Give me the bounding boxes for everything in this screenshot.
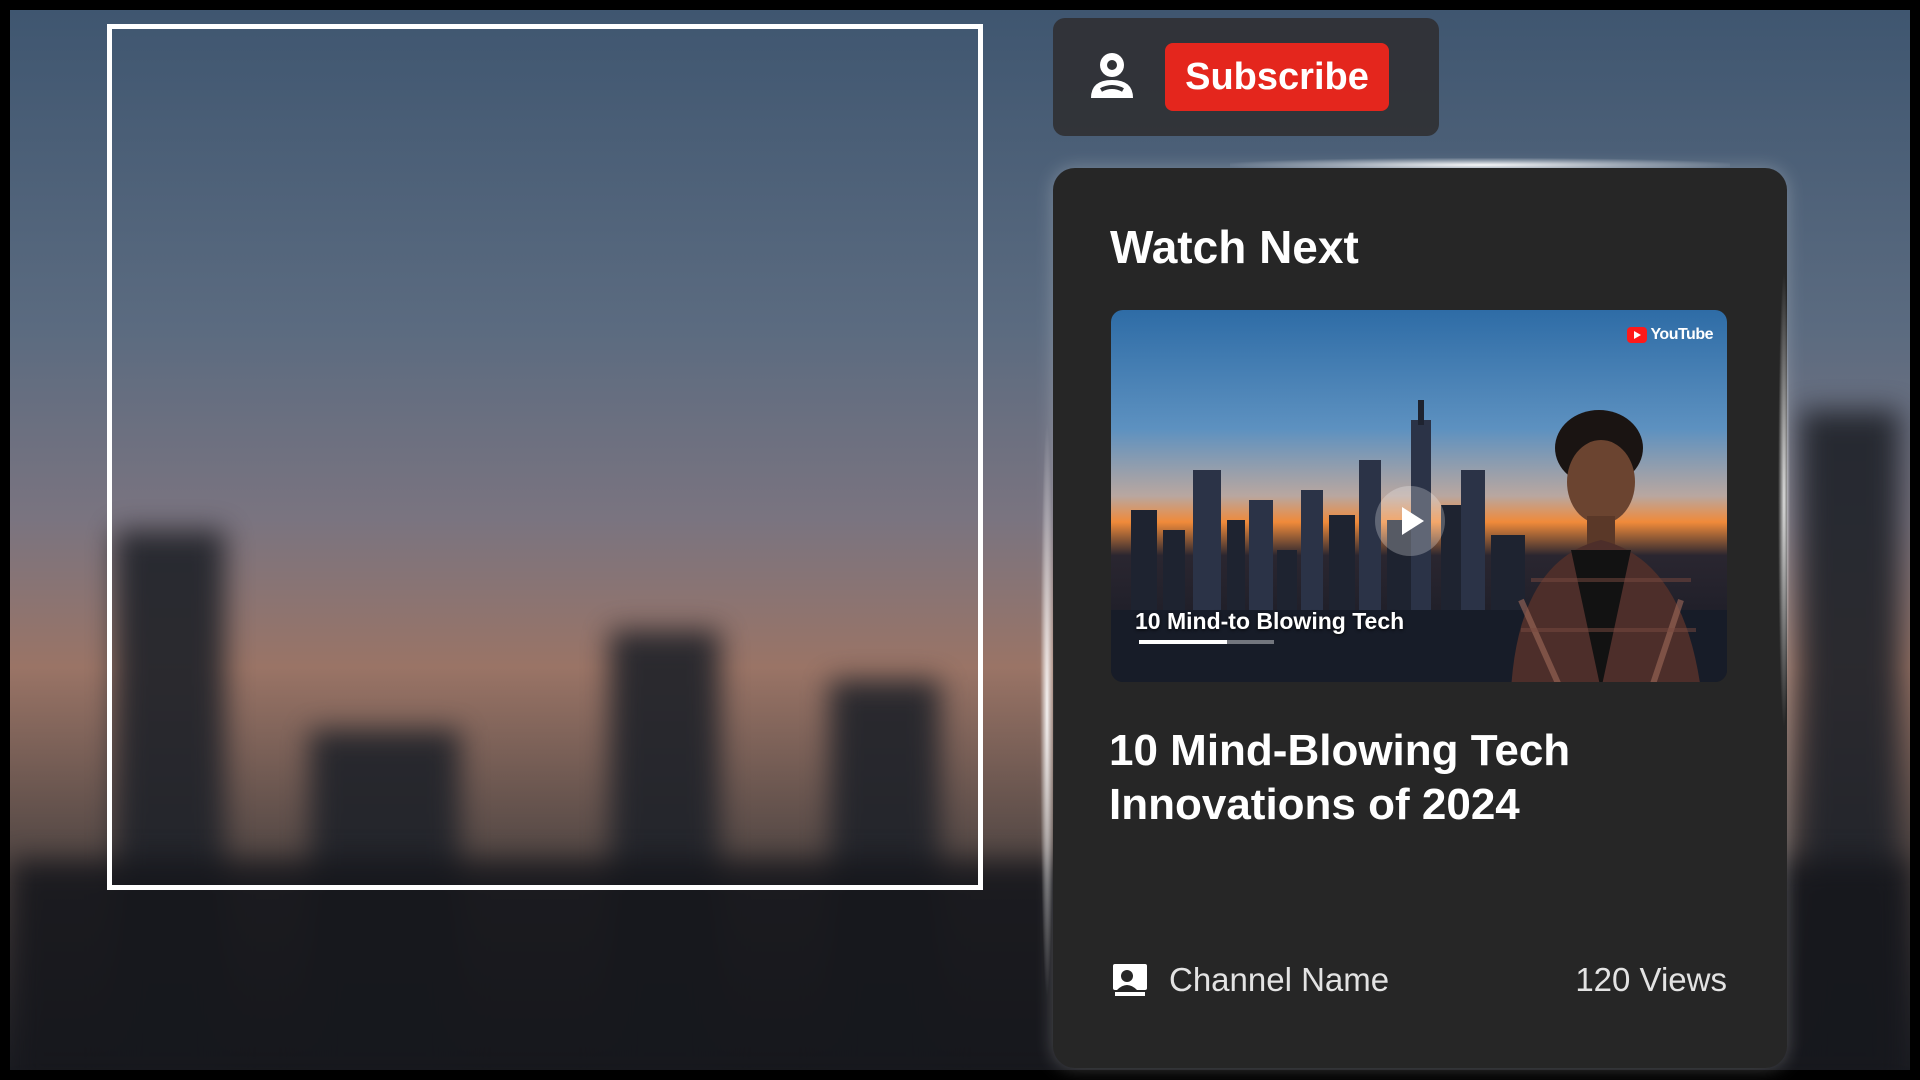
channel-icon [1113,964,1147,996]
youtube-logo-text: YouTube [1650,326,1713,343]
watch-next-card: Watch Next YouTube 10 Mind-to Blowing Te… [1053,168,1787,1068]
channel-name[interactable]: Channel Name [1169,961,1389,999]
card-glow-right [1778,270,1790,730]
subscribe-button[interactable]: Subscribe [1165,43,1389,111]
play-icon[interactable] [1375,486,1445,556]
thumbnail-progress-fill [1139,640,1227,644]
channel-info-row: Channel Name 120 Views [1111,960,1727,1000]
youtube-logo: YouTube [1627,326,1713,344]
card-glow-left [1040,420,1054,1000]
person-image [1511,410,1700,682]
youtube-play-icon [1627,327,1648,343]
user-icon [1091,53,1133,98]
thumbnail-caption: 10 Mind-to Blowing Tech [1135,608,1405,634]
video-thumbnail[interactable]: YouTube 10 Mind-to Blowing Tech [1111,310,1727,682]
subscribe-panel: Subscribe [1053,18,1439,136]
endscreen-video-placeholder[interactable] [107,24,983,890]
thumbnail-progress-bar [1139,640,1274,644]
view-count: 120 Views [1575,961,1727,998]
watch-next-heading: Watch Next [1110,221,1359,273]
video-title[interactable]: 10 Mind-Blowing Tech Innovations of 2024 [1109,724,1729,832]
